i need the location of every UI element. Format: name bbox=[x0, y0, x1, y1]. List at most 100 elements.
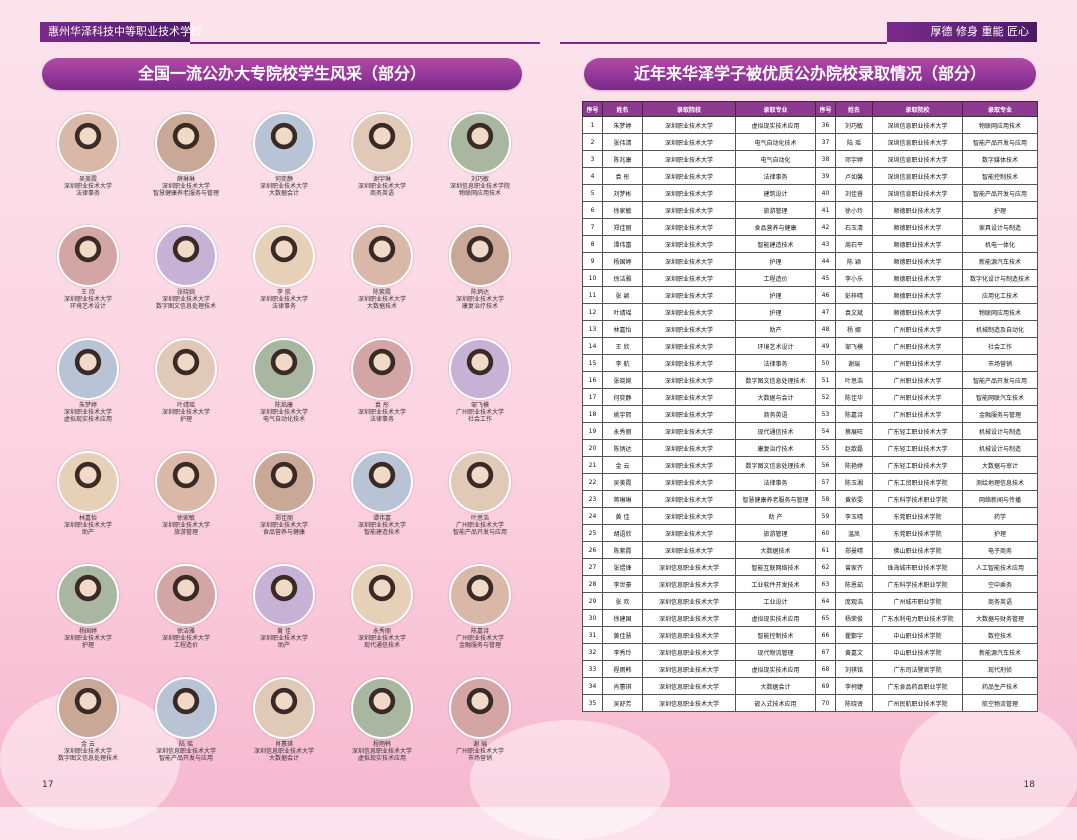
table-row: 6 徐家敏 深圳职业技术大学 旅游管理 41 徐小玲 顺德职业技术大学 护理 bbox=[582, 201, 1038, 219]
table-header-cell: 录取专业 bbox=[962, 101, 1038, 117]
student-name: 徐家敏 bbox=[176, 515, 195, 522]
table-cell: 叶思浩 bbox=[835, 371, 873, 389]
student-major: 虚拟现实技术应用 bbox=[63, 416, 112, 423]
student-caption: 郑佳丽 深圳职业技术大学 食品营养与健康 bbox=[234, 515, 334, 536]
table-cell: 程雨韩 bbox=[602, 660, 643, 678]
student-photo bbox=[155, 112, 217, 174]
table-cell: 张煜烽 bbox=[602, 558, 643, 576]
table-cell: 陈玉湘 bbox=[835, 473, 873, 491]
table-cell: 彭梓晴 bbox=[835, 286, 873, 304]
table-cell: 62 bbox=[815, 558, 836, 576]
table-cell: 航空物流管理 bbox=[962, 694, 1038, 712]
student-name: 陆 瑶 bbox=[179, 741, 193, 748]
table-cell: 陈恩茹 bbox=[835, 575, 873, 593]
student-major: 助产 bbox=[81, 529, 94, 536]
student-name: 陈嘉诗 bbox=[470, 628, 489, 635]
table-cell: 李秀玲 bbox=[602, 643, 643, 661]
table-cell: 永秀丽 bbox=[602, 422, 643, 440]
table-cell: 市场营销 bbox=[962, 354, 1038, 372]
student-photo bbox=[253, 112, 315, 174]
table-cell: 7 bbox=[582, 218, 603, 236]
table-row: 13 林嘉怡 深圳职业技术大学 助产 48 杨 娜广州职业技术大学 机械制造及自动化 bbox=[582, 320, 1038, 338]
table-cell: 深圳职业技术大学 bbox=[642, 269, 736, 287]
table-cell: 陈佳华 bbox=[835, 388, 873, 406]
table-cell: 张伟清 bbox=[602, 133, 643, 151]
student-school: 深圳职业技术大学 bbox=[259, 409, 308, 416]
student-school: 广州职业技术大学 bbox=[455, 409, 504, 416]
student-name: 谭伟富 bbox=[372, 515, 391, 522]
student-caption: 陈焰康 深圳职业技术大学 电气自动化技术 bbox=[234, 402, 334, 423]
student-card: 王 欣深圳职业技术大学 环境艺术设计 bbox=[38, 225, 138, 310]
student-photo bbox=[351, 677, 413, 739]
student-school: 广州职业技术大学 bbox=[455, 522, 504, 529]
table-cell: 67 bbox=[815, 643, 836, 661]
table-cell: 深圳职业技术大学 bbox=[642, 116, 736, 134]
table-cell: 深圳信息职业技术大学 bbox=[642, 609, 736, 627]
table-cell: 30 bbox=[582, 609, 603, 627]
student-caption: 陈炳达 深圳职业技术大学 康复治疗技术 bbox=[430, 289, 530, 310]
table-cell: 虚拟现实技术应用 bbox=[735, 609, 816, 627]
table-cell: 广州职业技术大学 bbox=[872, 388, 963, 406]
table-cell: 智能互联网络技术 bbox=[735, 558, 816, 576]
student-name: 永秀丽 bbox=[372, 628, 391, 635]
student-photo bbox=[351, 225, 413, 287]
student-card: 谭伟富 深圳职业技术大学 智能建造技术 bbox=[332, 451, 432, 536]
student-major: 食品营养与健康 bbox=[262, 529, 305, 536]
table-cell: 林嘉怡 bbox=[602, 320, 643, 338]
table-cell: 电子商务 bbox=[962, 541, 1038, 559]
student-name: 陈紫霞 bbox=[372, 289, 391, 296]
student-caption: 谢宇琳 深圳职业技术大学 商务英语 bbox=[332, 176, 432, 197]
table-cell: 34 bbox=[582, 677, 603, 695]
student-card: 邹飞模 广州职业技术大学 社会工作 bbox=[430, 338, 530, 423]
table-row: 25 胡语欣 深圳职业技术大学 旅游管理 60 温凤 东莞职业技术学院 护理 bbox=[582, 524, 1038, 542]
table-cell: 蔡展旺 bbox=[835, 422, 873, 440]
student-major: 法律事务 bbox=[75, 190, 100, 197]
table-cell: 17 bbox=[582, 388, 603, 406]
table-cell: 深圳职业技术大学 bbox=[642, 371, 736, 389]
table-cell: 16 bbox=[582, 371, 603, 389]
table-cell: 黄依雯 bbox=[835, 490, 873, 508]
table-cell: 顺德职业技术大学 bbox=[872, 235, 963, 253]
student-major: 数字图文信息处理技术 bbox=[57, 755, 118, 762]
student-school: 深圳职业技术大学 bbox=[357, 183, 406, 190]
table-cell: 65 bbox=[815, 609, 836, 627]
table-cell: 深圳职业技术大学 bbox=[642, 235, 736, 253]
table-cell: 深圳职业技术大学 bbox=[642, 337, 736, 355]
student-card: 何奕静 深圳职业技术大学 大数据会计 bbox=[234, 112, 334, 197]
admission-table: 序号 姓名 录取院校 录取专业 序号 姓名 录取院校 录取专业 1 朱梦婷 深圳职业技术大学 虚拟现… bbox=[582, 101, 1038, 712]
table-cell: 12 bbox=[582, 303, 603, 321]
table-row: 1 朱梦婷 深圳职业技术大学 虚拟现实技术应用 36 刘巧敏 深圳信息职业技术大学 物联网应用… bbox=[582, 116, 1038, 134]
table-cell: 智能控制技术 bbox=[735, 626, 816, 644]
table-header-cell: 序号 bbox=[582, 101, 603, 117]
student-major: 电气自动化技术 bbox=[262, 416, 305, 423]
student-caption: 陈嘉诗 广州职业技术大学 金融服务与管理 bbox=[430, 628, 530, 649]
table-cell: 家具设计与制造 bbox=[962, 218, 1038, 236]
table-cell: 47 bbox=[815, 303, 836, 321]
table-cell: 6 bbox=[582, 201, 603, 219]
table-cell: 广东工贸职业技术学院 bbox=[872, 473, 963, 491]
table-cell: 14 bbox=[582, 337, 603, 355]
student-major: 护理 bbox=[179, 416, 192, 423]
student-photo bbox=[57, 677, 119, 739]
student-caption: 刘巧敏 深圳信息职业技术学院 物联网应用技术 bbox=[430, 176, 530, 197]
student-photo bbox=[253, 338, 315, 400]
table-row: 14 王 欣深圳职业技术大学 环境艺术设计 49 邹飞模 广州职业技术大学 社会工作 bbox=[582, 337, 1038, 355]
table-cell: 21 bbox=[582, 456, 603, 474]
table-cell: 广州职业技术大学 bbox=[872, 337, 963, 355]
table-cell: 法律事务 bbox=[735, 354, 816, 372]
student-card: 徐家敏 深圳职业技术大学 旅游管理 bbox=[136, 451, 236, 536]
table-cell: 郑曼晴 bbox=[835, 541, 873, 559]
student-major: 虚拟现实技术应用 bbox=[357, 755, 406, 762]
student-photo bbox=[57, 338, 119, 400]
table-cell: 社会工作 bbox=[962, 337, 1038, 355]
student-photo bbox=[155, 677, 217, 739]
table-cell: 深圳职业技术大学 bbox=[642, 320, 736, 338]
student-card: 谢 瑞广州职业技术大学 市场营销 bbox=[430, 677, 530, 762]
student-caption: 林嘉怡 深圳职业技术大学 助产 bbox=[38, 515, 138, 536]
student-name: 朱梦婷 bbox=[78, 402, 97, 409]
table-cell: 物联网应用技术 bbox=[962, 116, 1038, 134]
student-name: 程雨韩 bbox=[372, 741, 391, 748]
student-major: 金融服务与管理 bbox=[458, 642, 501, 649]
student-caption: 李 航深圳职业技术大学 法律事务 bbox=[234, 289, 334, 310]
student-caption: 王 欣深圳职业技术大学 环境艺术设计 bbox=[38, 289, 138, 310]
